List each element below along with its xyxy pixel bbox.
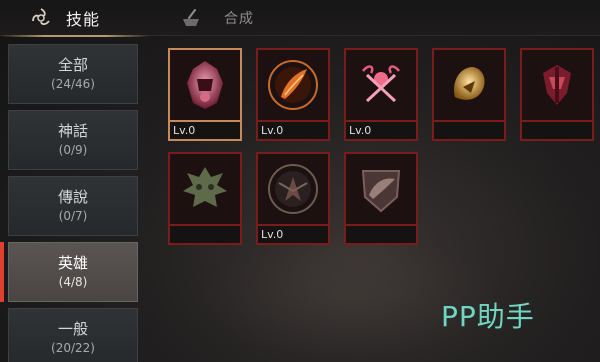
spiked-demon-face-icon xyxy=(177,161,233,217)
skill-level xyxy=(168,226,242,245)
tab-skills[interactable]: 技能 xyxy=(0,0,150,37)
golden-lion-icon xyxy=(441,57,497,113)
skill-slot[interactable]: Lv.0 xyxy=(344,48,418,143)
skill-level xyxy=(344,226,418,245)
skill-icon-frame xyxy=(520,48,594,122)
filter-name: 全部 xyxy=(57,56,88,74)
skill-level: Lv.0 xyxy=(168,122,242,141)
filter-mythic[interactable]: 神話 (0/9) xyxy=(8,110,138,170)
filter-count: (20/22) xyxy=(51,341,95,355)
skill-level xyxy=(520,122,594,141)
skill-slot[interactable]: Lv.0 xyxy=(256,48,330,143)
filter-name: 傳說 xyxy=(57,188,88,206)
skill-level: Lv.0 xyxy=(344,122,418,141)
skill-icon-frame xyxy=(432,48,506,122)
skill-icon-frame xyxy=(344,152,418,226)
filter-legendary[interactable]: 傳說 (0/7) xyxy=(8,176,138,236)
filter-heroic[interactable]: 英雄 (4/8) xyxy=(8,242,138,302)
filter-count: (0/7) xyxy=(58,209,88,223)
filter-name: 英雄 xyxy=(57,254,88,272)
twin-serpent-emblem-icon xyxy=(353,57,409,113)
skill-level: Lv.0 xyxy=(256,122,330,141)
skill-slot[interactable]: Lv.0 xyxy=(168,48,242,143)
filter-count: (4/8) xyxy=(58,275,88,289)
armored-knight-icon xyxy=(177,57,233,113)
flaming-feather-icon xyxy=(265,57,321,113)
filter-count: (24/46) xyxy=(51,77,95,91)
filter-name: 神話 xyxy=(57,122,88,140)
filter-normal[interactable]: 一般 (20/22) xyxy=(8,308,138,362)
skill-level: Lv.0 xyxy=(256,226,330,245)
skill-slot[interactable]: Lv.0 xyxy=(256,152,330,247)
active-filter-marker xyxy=(0,242,4,302)
skill-level xyxy=(432,122,506,141)
dark-wings-circle-icon xyxy=(265,161,321,217)
triskelion-icon xyxy=(30,7,52,29)
skill-slot[interactable] xyxy=(344,152,418,247)
mortar-icon xyxy=(180,7,202,29)
skill-slot[interactable] xyxy=(520,48,594,143)
crimson-crest-icon xyxy=(529,57,585,113)
tab-skills-label: 技能 xyxy=(66,10,101,29)
dragon-shield-icon xyxy=(353,161,409,217)
skill-slot[interactable] xyxy=(168,152,242,247)
skill-icon-frame xyxy=(256,48,330,122)
filter-count: (0/9) xyxy=(58,143,88,157)
watermark-logo: PP助手 xyxy=(441,300,535,333)
skill-icon-frame xyxy=(344,48,418,122)
filter-all[interactable]: 全部 (24/46) xyxy=(8,44,138,104)
filter-name: 一般 xyxy=(57,320,88,338)
skill-slot[interactable] xyxy=(432,48,506,143)
skill-icon-frame xyxy=(256,152,330,226)
skill-icon-frame xyxy=(168,152,242,226)
tab-combine-label: 合成 xyxy=(224,11,254,27)
skill-icon-frame xyxy=(168,48,242,122)
top-tab-bar: 技能 合成 xyxy=(0,0,600,37)
tab-combine[interactable]: 合成 xyxy=(180,0,300,36)
